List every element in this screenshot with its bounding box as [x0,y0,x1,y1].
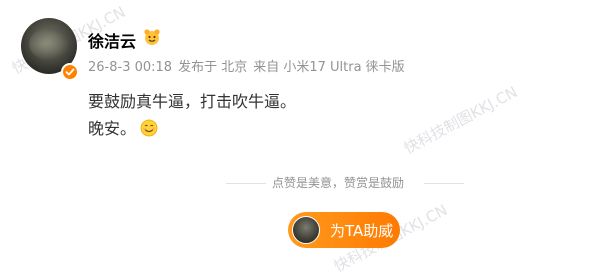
reward-slogan: 点赞是美意，赞赏是鼓励 [272,176,405,190]
divider [424,183,464,184]
post-source: 来自 小米17 Ultra 徕卡版 [253,60,405,75]
cheer-button-label: 为TA助威 [330,222,394,240]
post-text-line: 要鼓励真牛逼，打击吹牛逼。 [88,92,297,111]
divider [226,183,266,184]
author-avatar-small [292,216,320,244]
post-timestamp[interactable]: 26-8-3 00:18 [88,60,172,75]
author-name[interactable]: 徐洁云 [88,28,136,52]
verified-icon [61,63,79,81]
watermark-text: 快科技制图KKJ.CN [400,82,521,158]
smile-emoji-icon [140,118,158,137]
post-text: 晚安。 [88,119,137,138]
post-meta: 26-8-3 00:18 发布于 北京 来自 小米17 Ultra 徕卡版 [88,56,411,75]
fan-badge-icon[interactable] [143,28,161,46]
post-location: 发布于 北京 [178,60,248,75]
reward-section: 点赞是美意，赞赏是鼓励 [0,174,600,194]
post-text-line-2: 晚安。 [88,115,296,142]
post-content: 要鼓励真牛逼，打击吹牛逼。 晚安。 [88,88,296,142]
cheer-button[interactable]: 为TA助威 [288,212,400,248]
